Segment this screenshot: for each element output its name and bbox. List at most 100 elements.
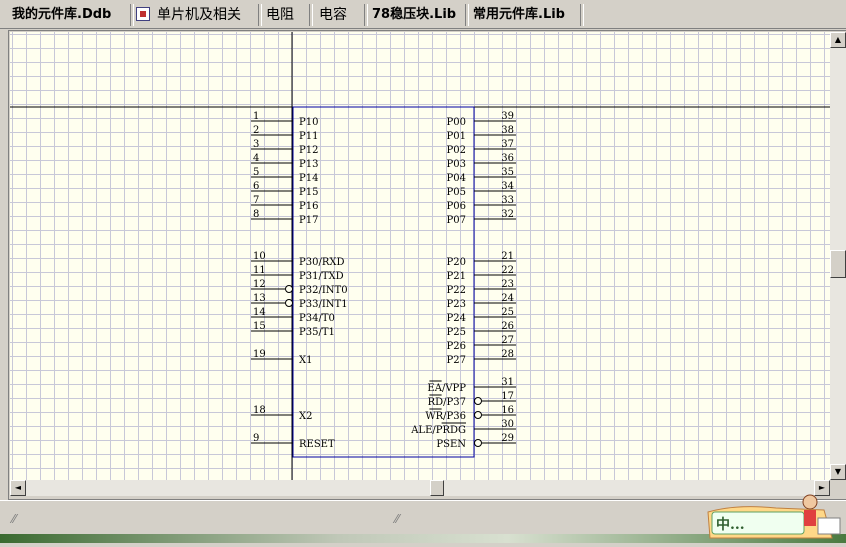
pin-number: 35 — [501, 167, 514, 178]
pin-number: 9 — [253, 433, 259, 444]
pin-number: 24 — [501, 293, 514, 304]
pin-name: P15 — [299, 187, 318, 198]
pin-number: 34 — [501, 181, 514, 192]
tab-my-library-ddb[interactable]: 我的元件库.Ddb — [8, 4, 115, 26]
pin-name: ALE/PRDG — [410, 425, 466, 436]
pin-number: 1 — [253, 111, 259, 122]
document-tab-bar: 我的元件库.Ddb 单片机及相关 电阻 电容 78稳压块.Lib 常用元件库.L… — [0, 0, 846, 29]
pin-name: P22 — [447, 285, 466, 296]
pin-name: P06 — [447, 201, 466, 212]
pin-number: 30 — [501, 419, 514, 430]
pin-number: 16 — [501, 405, 514, 416]
pin-name: P05 — [447, 187, 466, 198]
pin-number: 5 — [253, 167, 259, 178]
pin-number: 22 — [501, 265, 514, 276]
pin-number: 17 — [501, 391, 514, 402]
pin-name: P17 — [299, 215, 318, 226]
horizontal-scroll-thumb[interactable] — [430, 480, 444, 496]
pin-name: P03 — [447, 159, 466, 170]
pin-number: 18 — [253, 405, 266, 416]
library-document-icon — [136, 7, 150, 21]
pin-name: P21 — [447, 271, 466, 282]
pin-number: 27 — [501, 335, 514, 346]
schematic-canvas[interactable]: 1 P10 2 P11 3 P12 4 P13 5 P14 6 P15 7 P16 8 P17 10 P30/RX… — [10, 32, 830, 480]
pin-number: 15 — [253, 321, 266, 332]
tab-mcu-related[interactable]: 单片机及相关 — [153, 4, 245, 26]
pin-name: P27 — [447, 355, 466, 366]
tab-capacitor[interactable]: 电容 — [315, 4, 351, 26]
pin-name: EA/VPP — [427, 383, 466, 394]
pin-number: 31 — [501, 377, 514, 388]
tab-common-parts-lib[interactable]: 常用元件库.Lib — [469, 4, 569, 26]
tab-78-regulator-lib[interactable]: 78稳压块.Lib — [368, 4, 460, 26]
pin-number: 38 — [501, 125, 514, 136]
scroll-up-button[interactable]: ▲ — [830, 32, 846, 48]
tab-divider — [580, 4, 584, 26]
pin-number: 7 — [253, 195, 259, 206]
pin-number: 28 — [501, 349, 514, 360]
pin-name: P16 — [299, 201, 318, 212]
scroll-down-button[interactable]: ▼ — [830, 464, 846, 480]
pin-name: P25 — [447, 327, 466, 338]
pin-name: P34/T0 — [299, 313, 335, 324]
pin-name: X1 — [299, 355, 312, 366]
pin-name: P12 — [299, 145, 318, 156]
pin-name: P32/INT0 — [299, 285, 348, 296]
pin-name: PSEN — [436, 439, 466, 450]
status-grip-icon: ⁄⁄ — [12, 512, 17, 526]
pin-inversion-bubble — [474, 439, 482, 447]
pin-number: 29 — [501, 433, 514, 444]
pin-inversion-bubble — [285, 285, 293, 293]
pin-name: WR/P36 — [425, 411, 466, 422]
logo-graphic: 中... — [707, 494, 841, 539]
tab-divider — [130, 4, 134, 26]
pin-number: 26 — [501, 321, 514, 332]
vertical-scrollbar[interactable]: ▲ ▼ — [830, 32, 846, 480]
pin-number: 37 — [501, 139, 514, 150]
pin-number: 11 — [253, 265, 266, 276]
component-symbol[interactable]: 1 P10 2 P11 3 P12 4 P13 5 P14 6 P15 7 P16 8 P17 10 P30/RX… — [10, 32, 830, 480]
pin-name: P31/TXD — [299, 271, 344, 282]
pin-name: P20 — [447, 257, 466, 268]
pin-number: 4 — [253, 153, 259, 164]
pin-number: 23 — [501, 279, 514, 290]
pin-inversion-bubble — [285, 299, 293, 307]
pin-number: 14 — [253, 307, 266, 318]
pin-name: P02 — [447, 145, 466, 156]
corner-logo: 中... — [706, 490, 846, 543]
pin-name: P23 — [447, 299, 466, 310]
vertical-scroll-thumb[interactable] — [830, 250, 846, 278]
pin-number: 6 — [253, 181, 259, 192]
pin-name: P07 — [447, 215, 466, 226]
pin-inversion-bubble — [474, 411, 482, 419]
pin-number: 8 — [253, 209, 259, 220]
pin-number: 25 — [501, 307, 514, 318]
pin-name: P01 — [447, 131, 466, 142]
pin-name: P14 — [299, 173, 318, 184]
tab-resistor[interactable]: 电阻 — [262, 4, 298, 26]
pin-number: 19 — [253, 349, 266, 360]
pin-name: X2 — [299, 411, 312, 422]
pin-name: RESET — [299, 439, 335, 450]
pin-name: P24 — [447, 313, 466, 324]
tab-divider — [309, 4, 313, 26]
pin-number: 13 — [253, 293, 266, 304]
pin-name: P35/T1 — [299, 327, 335, 338]
pin-name: P26 — [447, 341, 466, 352]
pin-number: 39 — [501, 111, 514, 122]
pin-name: P33/INT1 — [299, 299, 348, 310]
pin-name: P30/RXD — [299, 257, 345, 268]
pin-inversion-bubble — [474, 397, 482, 405]
status-grip-icon: ⁄⁄ — [395, 512, 400, 526]
pin-name: P04 — [447, 173, 466, 184]
pin-name: P10 — [299, 117, 318, 128]
pin-number: 32 — [501, 209, 514, 220]
pin-number: 10 — [253, 251, 266, 262]
pin-number: 36 — [501, 153, 514, 164]
pin-number: 33 — [501, 195, 514, 206]
pin-number: 2 — [253, 125, 259, 136]
scroll-left-button[interactable]: ◄ — [10, 480, 26, 496]
pin-number: 3 — [253, 139, 259, 150]
pin-name: RD/P37 — [428, 397, 466, 408]
pin-name: P00 — [447, 117, 466, 128]
